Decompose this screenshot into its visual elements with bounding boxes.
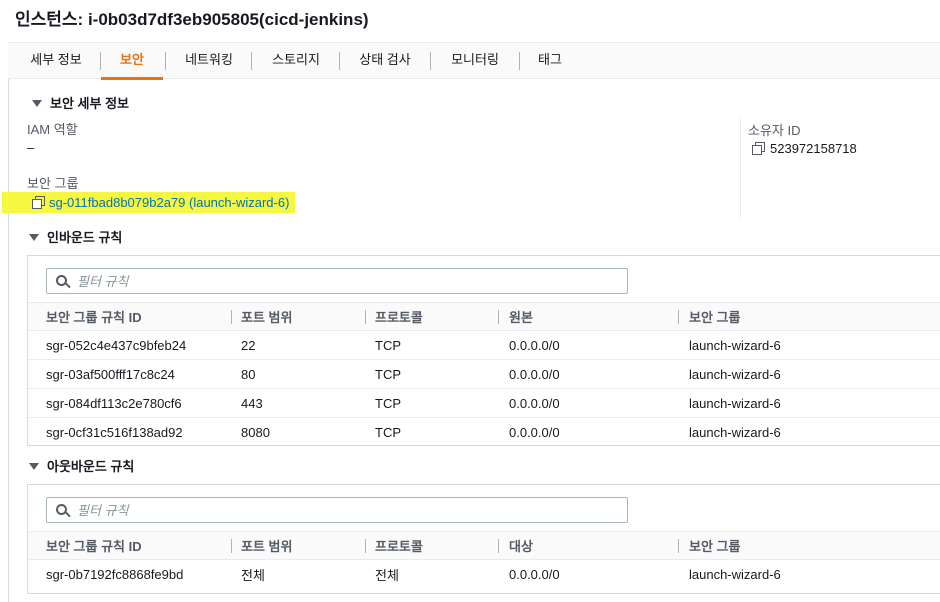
port-range-cell: 443 [240, 388, 374, 418]
tab-divider [430, 52, 431, 70]
security-details-heading: 보안 세부 정보 [50, 96, 129, 111]
outbound-rules-table: 보안 그룹 규칙 ID 포트 범위 프로토콜 대상 보안 그룹 sgr-0b71… [28, 531, 940, 589]
column-header-protocol[interactable]: 프로토콜 [365, 302, 507, 331]
port-range-cell: 22 [240, 330, 374, 360]
security-details-toggle[interactable]: 보안 세부 정보 [32, 93, 129, 112]
table-row[interactable]: sgr-0cf31c516f138ad92 8080 TCP 0.0.0.0/0… [28, 418, 940, 447]
column-divider [740, 118, 741, 218]
tab-details[interactable]: 세부 정보 [28, 43, 84, 79]
port-range-cell: 8080 [241, 424, 270, 440]
column-header-source[interactable]: 원본 [498, 302, 687, 331]
security-group-cell: launch-wizard-6 [689, 424, 781, 440]
table-row[interactable]: sgr-084df113c2e780cf6 443 TCP 0.0.0.0/0 … [28, 388, 940, 418]
column-header-protocol[interactable]: 프로토콜 [365, 531, 507, 560]
page-title: 인스턴스: i-0b03d7df3eb905805(cicd-jenkins) [15, 10, 369, 29]
inbound-rules-table-container: 보안 그룹 규칙 ID 포트 범위 프로토콜 원본 보안 그룹 sgr-052c… [27, 255, 940, 446]
tab-status-checks[interactable]: 상태 검사 [355, 43, 415, 79]
inbound-filter-input[interactable] [77, 272, 617, 290]
caret-down-icon [29, 234, 39, 241]
security-group-cell: launch-wizard-6 [687, 388, 940, 418]
caret-down-icon [32, 100, 42, 107]
table-row[interactable]: sgr-052c4e437c9bfeb24 22 TCP 0.0.0.0/0 l… [28, 330, 940, 360]
protocol-cell: TCP [374, 359, 507, 389]
tab-bar: 세부 정보 보안 네트워킹 스토리지 상태 검사 모니터링 태그 [8, 43, 940, 80]
column-header-rule-id[interactable]: 보안 그룹 규칙 ID [28, 531, 240, 560]
protocol-cell: TCP [374, 388, 507, 418]
table-row[interactable]: sgr-03af500fff17c8c24 80 TCP 0.0.0.0/0 l… [28, 359, 940, 389]
outbound-filter[interactable] [46, 497, 628, 523]
column-header-rule-id[interactable]: 보안 그룹 규칙 ID [28, 302, 240, 331]
column-header-security-group[interactable]: 보안 그룹 [678, 531, 940, 560]
column-header-port-range[interactable]: 포트 범위 [231, 531, 374, 560]
owner-id-label: 소유자 ID [748, 123, 801, 138]
table-row[interactable]: sgr-0b7192fc8868fe9bd 전체 전체 0.0.0.0/0 la… [28, 560, 940, 589]
protocol-cell: TCP [375, 424, 401, 440]
tab-divider [519, 52, 520, 70]
source-cell: 0.0.0.0/0 [507, 388, 687, 418]
owner-id-text: 523972158718 [770, 141, 857, 156]
inbound-rules-heading: 인바운드 규칙 [47, 230, 123, 245]
search-icon [56, 504, 69, 517]
security-group-cell: launch-wizard-6 [687, 330, 940, 360]
inbound-filter[interactable] [46, 268, 628, 294]
column-header-security-group[interactable]: 보안 그룹 [678, 302, 940, 331]
rule-id-cell: sgr-0cf31c516f138ad92 [46, 424, 183, 440]
tab-networking[interactable]: 네트워킹 [180, 43, 238, 79]
security-group-link[interactable]: sg-011fbad8b079b2a79 (launch-wizard-6) [2, 192, 295, 213]
destination-cell: 0.0.0.0/0 [509, 566, 560, 582]
column-header-port-range[interactable]: 포트 범위 [231, 302, 374, 331]
tab-divider [339, 52, 340, 70]
inbound-rules-toggle[interactable]: 인바운드 규칙 [29, 227, 122, 246]
security-group-link-text[interactable]: sg-011fbad8b079b2a79 (launch-wizard-6) [49, 195, 289, 210]
owner-id-value: 523972158718 [752, 141, 857, 156]
port-range-cell: 80 [240, 359, 374, 389]
tab-monitoring[interactable]: 모니터링 [446, 43, 504, 79]
port-range-cell: 전체 [241, 567, 265, 583]
caret-down-icon [29, 463, 39, 470]
outbound-filter-input[interactable] [77, 501, 617, 519]
source-cell: 0.0.0.0/0 [507, 359, 687, 389]
source-cell: 0.0.0.0/0 [507, 330, 687, 360]
protocol-cell: TCP [374, 330, 507, 360]
search-icon [56, 275, 69, 288]
iam-role-label: IAM 역할 [27, 122, 78, 137]
security-group-cell: launch-wizard-6 [687, 359, 940, 389]
protocol-cell: 전체 [375, 567, 399, 583]
table-header-row: 보안 그룹 규칙 ID 포트 범위 프로토콜 대상 보안 그룹 [28, 531, 940, 560]
table-header-row: 보안 그룹 규칙 ID 포트 범위 프로토콜 원본 보안 그룹 [28, 302, 940, 331]
source-cell: 0.0.0.0/0 [509, 424, 560, 440]
security-group-label: 보안 그룹 [27, 176, 79, 191]
copy-icon[interactable] [32, 196, 45, 209]
tab-divider [251, 52, 252, 70]
outbound-rules-heading: 아웃바운드 규칙 [47, 459, 135, 474]
tab-storage[interactable]: 스토리지 [267, 43, 325, 79]
outbound-rules-table-container: 보안 그룹 규칙 ID 포트 범위 프로토콜 대상 보안 그룹 sgr-0b71… [27, 484, 940, 594]
copy-icon[interactable] [752, 142, 765, 155]
tab-divider [165, 52, 166, 70]
security-group-cell: launch-wizard-6 [689, 566, 781, 582]
rule-id-cell: sgr-03af500fff17c8c24 [28, 359, 240, 389]
tab-security[interactable]: 보안 [101, 43, 163, 80]
inbound-rules-table: 보안 그룹 규칙 ID 포트 범위 프로토콜 원본 보안 그룹 sgr-052c… [28, 302, 940, 447]
column-header-destination[interactable]: 대상 [498, 531, 687, 560]
rule-id-cell: sgr-052c4e437c9bfeb24 [28, 330, 240, 360]
outbound-rules-toggle[interactable]: 아웃바운드 규칙 [29, 456, 134, 475]
tab-tags[interactable]: 태그 [535, 43, 565, 79]
rule-id-cell: sgr-0b7192fc8868fe9bd [46, 566, 184, 582]
iam-role-value: – [27, 140, 35, 155]
rule-id-cell: sgr-084df113c2e780cf6 [28, 388, 240, 418]
